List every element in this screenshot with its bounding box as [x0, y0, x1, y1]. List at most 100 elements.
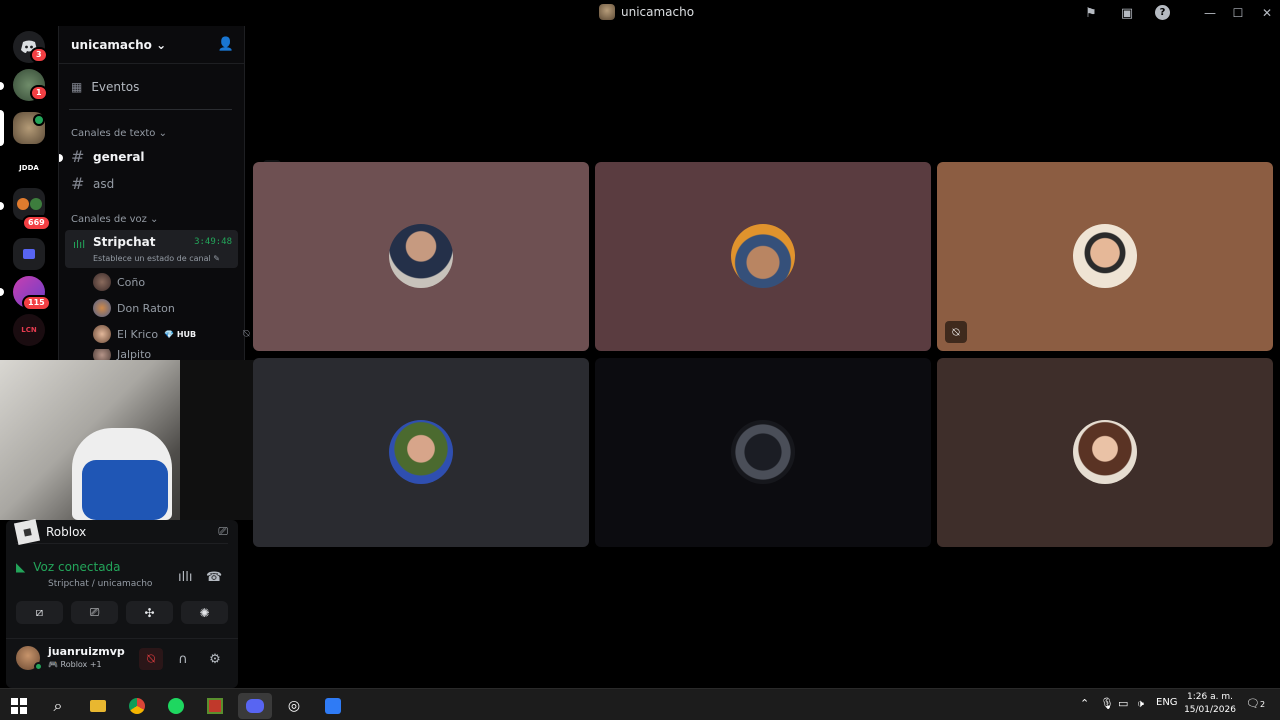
hash-icon: # [71, 174, 85, 193]
avatar [389, 420, 453, 484]
folder-icon[interactable] [13, 238, 45, 270]
flag-icon[interactable]: ⚑ [1082, 4, 1100, 22]
voice-category[interactable]: Canales de voz ⌄ [71, 214, 158, 225]
voice-active-icon [33, 114, 45, 126]
voice-channel-stripchat[interactable]: ılıl Stripchat 3:49:48 Establece un esta… [65, 230, 238, 268]
close-button[interactable]: ✕ [1252, 0, 1280, 26]
noise-suppression-icon[interactable]: ıllı [178, 570, 192, 585]
avatar [93, 273, 111, 291]
channel-general[interactable]: # general [71, 147, 145, 166]
settings-button[interactable]: ⚙ [203, 648, 227, 670]
channel-label: general [93, 149, 145, 164]
gear-icon: ⚙ [209, 651, 221, 667]
server-icon-jdda[interactable]: JDDA [13, 152, 45, 184]
spotify-icon[interactable] [159, 693, 193, 719]
server-badge-pelado: 115 [22, 295, 51, 311]
voice-member[interactable]: Jalpito [93, 349, 151, 360]
user-panel: Roblox ⎚ ◣ Voz conectada Stripchat / uni… [6, 518, 238, 688]
text-category[interactable]: Canales de texto ⌄ [71, 128, 167, 139]
events-item[interactable]: ▦ Eventos [71, 80, 139, 94]
mute-mic-button[interactable]: ⍉ [139, 648, 163, 670]
voice-location[interactable]: Stripchat / unicamacho [48, 579, 152, 589]
activities-icon: ✣ [144, 605, 155, 620]
member-name: Coño [117, 275, 146, 289]
chrome-icon[interactable] [120, 693, 154, 719]
search-icon[interactable]: ⌕ [41, 693, 75, 719]
disconnect-icon[interactable]: ☎ [206, 570, 222, 585]
hash-icon: # [71, 147, 85, 166]
video-tile[interactable] [937, 358, 1273, 547]
activity-name: Roblox [13, 518, 87, 545]
server-icon-lcn[interactable]: LCN [13, 314, 45, 346]
obs-icon[interactable]: ◎ [277, 693, 311, 719]
invite-people-icon[interactable]: 👤 [218, 37, 234, 52]
file-explorer-icon[interactable] [81, 693, 115, 719]
clock-time: 1:26 a. m. [1187, 692, 1233, 702]
title-bar: unicamacho ⚑ ▣ ? — ☐ ✕ [0, 0, 1280, 26]
minimize-button[interactable]: — [1195, 0, 1225, 26]
video-tile[interactable] [253, 162, 589, 351]
video-tile[interactable]: ⍉ [937, 162, 1273, 351]
discord-taskbar-icon[interactable] [238, 693, 272, 719]
soundboard-icon: ✺ [199, 605, 210, 620]
screen-share-icon[interactable]: ⎚ [218, 524, 228, 539]
avatar [389, 224, 453, 288]
activities-button[interactable]: ✣ [126, 601, 173, 624]
avatar [731, 420, 795, 484]
online-status-icon [34, 662, 43, 671]
calendar-icon: ▦ [71, 80, 83, 94]
activity-title: Roblox [46, 524, 87, 539]
channel-label: asd [93, 176, 115, 191]
chevron-down-icon: ⌄ [156, 37, 167, 52]
clock[interactable]: 1:26 a. m. 15/01/2026 [1180, 691, 1240, 717]
voice-action-buttons: ⧄ ⎚ ✣ ✺ [16, 601, 228, 624]
mic-muted-icon: ⍉ [147, 651, 155, 667]
avatar [93, 349, 111, 360]
microphone-icon[interactable]: 🎙 [1100, 697, 1114, 710]
video-tile[interactable] [253, 358, 589, 547]
home-badge: 3 [30, 47, 48, 63]
voice-channel-name: Stripchat [93, 235, 156, 249]
avatar [1073, 420, 1137, 484]
volume-icon[interactable]: 🕩 [1137, 697, 1144, 711]
guild-header[interactable]: unicamacho ⌄ 👤 [59, 26, 244, 64]
soundboard-button[interactable]: ✺ [181, 601, 228, 624]
mic-muted-icon: ⍉ [945, 321, 967, 343]
member-name: Don Raton [117, 301, 175, 315]
channel-status[interactable]: Establece un estado de canal ✎ [93, 254, 220, 263]
maximize-button[interactable]: ☐ [1223, 0, 1253, 26]
selected-pill [0, 110, 4, 146]
gamepad-icon: 🎮 [48, 660, 58, 669]
screen-share-button[interactable]: ⎚ [71, 601, 118, 624]
unread-pill [0, 82, 4, 90]
roblox-taskbar-icon[interactable] [316, 693, 350, 719]
deafen-button[interactable]: ∩ [171, 648, 195, 670]
help-icon[interactable]: ? [1155, 5, 1170, 20]
channel-asd[interactable]: # asd [71, 174, 114, 193]
language-indicator[interactable]: ENG [1156, 697, 1178, 708]
voice-speaking-icon: ılıl [73, 238, 86, 251]
voice-member[interactable]: Coño [93, 273, 145, 291]
start-button[interactable] [2, 693, 36, 719]
activity-row[interactable]: Roblox ⎚ [13, 518, 228, 545]
video-tile[interactable] [595, 162, 931, 351]
inbox-icon[interactable]: ▣ [1118, 4, 1136, 22]
mic-muted-icon: ⍉ [243, 327, 250, 340]
avatar [731, 224, 795, 288]
notification-icon[interactable]: 🗨2 [1246, 697, 1265, 710]
app-icon[interactable] [198, 693, 232, 719]
network-icon[interactable]: ▭ [1118, 697, 1128, 710]
voice-member[interactable]: Don Raton [93, 299, 175, 317]
guild-name: unicamacho ⌄ [71, 37, 167, 52]
self-camera-preview[interactable] [0, 360, 285, 520]
camera-toggle-button[interactable]: ⧄ [16, 601, 63, 624]
voice-duration: 3:49:48 [194, 237, 232, 247]
voice-connected[interactable]: ◣ Voz conectada [16, 560, 121, 574]
voice-member[interactable]: El Krico 💎 HUB ⍉ [93, 325, 250, 343]
chevron-up-icon[interactable]: ⌃ [1080, 697, 1089, 710]
discord-app: unicamacho ⚑ ▣ ? — ☐ ✕ 3 1 JDDA 669 115 … [0, 0, 1280, 720]
member-name: El Krico [117, 327, 159, 341]
video-tile[interactable] [595, 358, 931, 547]
server-badge-1: 1 [30, 85, 48, 101]
username[interactable]: juanruizmvp [48, 645, 125, 658]
